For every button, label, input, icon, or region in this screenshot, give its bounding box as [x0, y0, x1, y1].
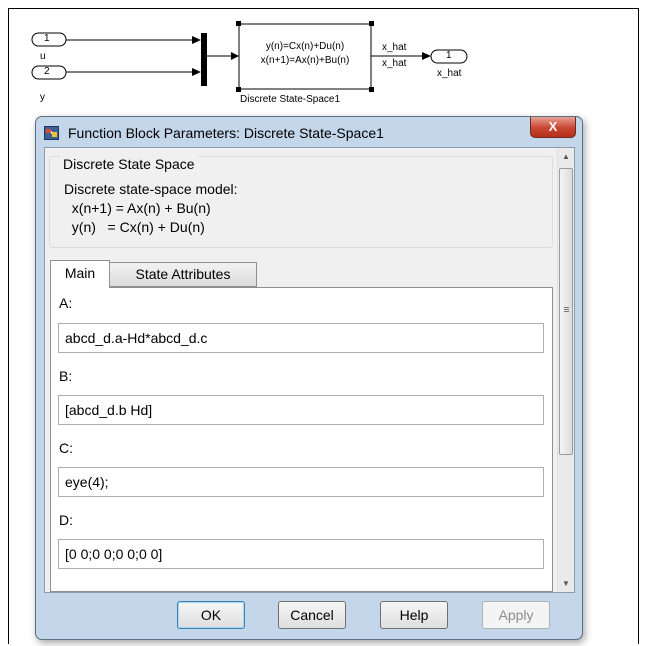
inport-1-label: u	[40, 51, 46, 62]
inport-2-number: 2	[44, 66, 50, 77]
description-line-3: y(n) = Cx(n) + Du(n)	[64, 219, 205, 235]
parameter-tabs: Main State Attributes A: B: C: D:	[45, 260, 557, 592]
dialog-title: Function Block Parameters: Discrete Stat…	[68, 125, 384, 141]
description-line-1: Discrete state-space model:	[64, 181, 238, 197]
dialog-scroll-content: Discrete State Space Discrete state-spac…	[45, 148, 557, 592]
field-label-b: B:	[59, 368, 73, 384]
description-line-2: x(n+1) = Ax(n) + Bu(n)	[64, 200, 211, 216]
ok-button[interactable]: OK	[177, 601, 245, 629]
scrollbar-thumb[interactable]	[559, 168, 573, 455]
help-button[interactable]: Help	[380, 601, 448, 629]
block-equation-state: x(n+1)=Ax(n)+Bu(n)	[260, 55, 350, 66]
matrix-a-input[interactable]	[58, 323, 544, 353]
matrix-b-input[interactable]	[58, 395, 544, 425]
function-block-parameters-dialog: Function Block Parameters: Discrete Stat…	[35, 116, 583, 640]
tab-state-attributes[interactable]: State Attributes	[109, 262, 257, 287]
block-equation-output: y(n)=Cx(n)+Du(n)	[265, 41, 345, 52]
apply-button: Apply	[482, 601, 550, 629]
matrix-c-input[interactable]	[58, 467, 544, 497]
group-title: Discrete State Space	[60, 156, 198, 172]
chevron-down-icon[interactable]: ▼	[558, 575, 574, 592]
main-tab-panel: A: B: C: D:	[50, 287, 553, 592]
matrix-d-input[interactable]	[58, 539, 544, 569]
arrow-u	[192, 36, 201, 44]
close-icon: X	[548, 119, 558, 134]
outport-1-label: x_hat	[437, 68, 462, 79]
outport-1-number: 1	[446, 50, 452, 61]
block-output-label-1: x_hat	[382, 42, 407, 53]
inport-1-number: 1	[44, 33, 50, 44]
mux-block	[201, 33, 207, 86]
simulink-block-icon	[44, 126, 59, 140]
dialog-titlebar[interactable]: Function Block Parameters: Discrete Stat…	[36, 117, 582, 147]
vertical-scrollbar[interactable]: ▲ ▼	[557, 148, 574, 592]
field-label-a: A:	[59, 295, 73, 311]
tab-main[interactable]: Main	[50, 260, 110, 288]
dialog-client-area: Discrete State Space Discrete state-spac…	[44, 147, 575, 593]
block-name[interactable]: Discrete State-Space1	[240, 94, 340, 105]
arrow-out	[422, 52, 431, 60]
cancel-button[interactable]: Cancel	[278, 601, 346, 629]
arrow-y	[192, 68, 201, 76]
block-description-group: Discrete State Space Discrete state-spac…	[49, 156, 553, 248]
field-label-c: C:	[59, 440, 73, 456]
field-label-d: D:	[59, 512, 73, 528]
block-output-label-2: x_hat	[382, 58, 407, 69]
close-button[interactable]: X	[530, 117, 576, 138]
inport-2-label: y	[40, 92, 45, 103]
chevron-up-icon[interactable]: ▲	[558, 148, 574, 165]
arrow-mux-out	[231, 52, 239, 60]
